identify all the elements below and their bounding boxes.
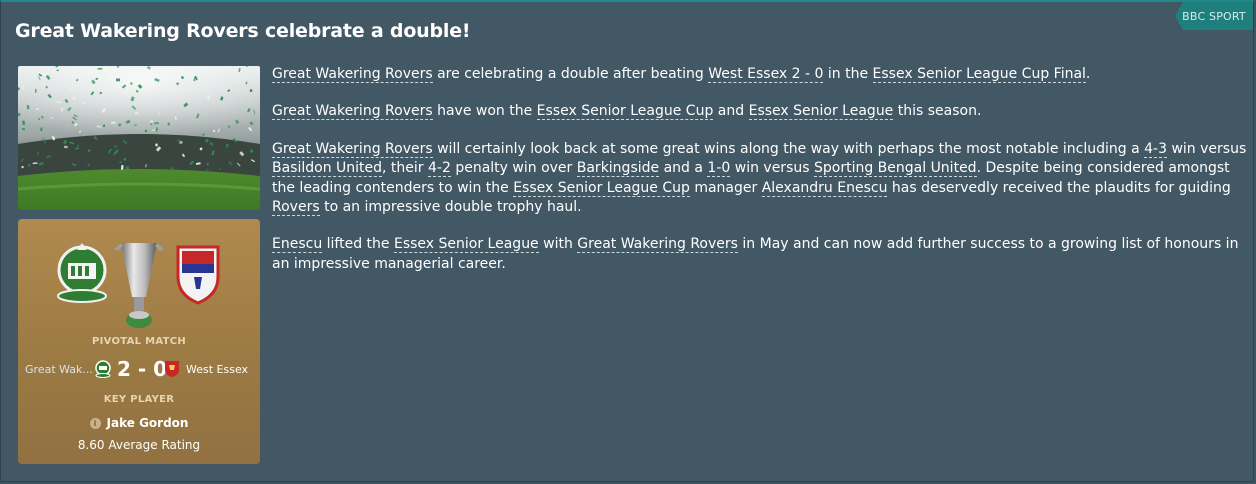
story-text: lifted the: [322, 236, 394, 253]
away-club-crest-icon: [176, 245, 220, 305]
trophy-and-club-crests: [57, 243, 220, 328]
story-link[interactable]: 1-0: [707, 160, 731, 178]
story-link[interactable]: Essex Senior League: [748, 103, 894, 121]
home-team-name[interactable]: Great Wak...: [25, 363, 93, 376]
story-link[interactable]: 4-3: [1144, 140, 1168, 158]
story-text: to an impressive double trophy haul.: [319, 199, 582, 216]
story-link[interactable]: Enescu: [272, 236, 323, 254]
story-text: has deservedly received the plaudits for…: [887, 179, 1231, 196]
story-text: in the: [823, 66, 873, 82]
pivotal-match-card[interactable]: PIVOTAL MATCH Great Wak... 2 - 0 West Es…: [18, 219, 260, 464]
story-link[interactable]: Great Wakering Rovers: [577, 236, 738, 254]
news-panel: Great Wakering Rovers celebrate a double…: [0, 0, 1254, 482]
home-club-crest-icon: [57, 243, 107, 303]
story-text: will certainly look back at some great w…: [432, 140, 1145, 157]
trophy-icon: [114, 243, 164, 328]
story-link[interactable]: Sporting Bengal United: [813, 160, 977, 178]
story-text: manager: [689, 179, 762, 196]
away-team-badge-icon: [165, 361, 179, 377]
story-text: win versus: [1167, 140, 1247, 157]
story-link[interactable]: Barkingside: [576, 160, 660, 178]
news-source-badge: BBC SPORT: [1175, 2, 1253, 30]
stadium-celebration-image: [18, 66, 260, 210]
news-headline: Great Wakering Rovers celebrate a double…: [15, 20, 471, 42]
story-link[interactable]: Essex Senior League: [393, 236, 539, 254]
story-text: , their: [382, 160, 429, 177]
story-link[interactable]: Great Wakering Rovers: [272, 66, 433, 83]
home-team-badge-icon: [95, 360, 111, 378]
story-link[interactable]: Essex Senior League Cup: [536, 103, 714, 121]
story-text: this season.: [893, 103, 982, 120]
story-text: are celebrating a double after beating: [432, 66, 709, 82]
pivotal-match-label: PIVOTAL MATCH: [91, 336, 187, 347]
story-paragraph: Great Wakering Rovers have won the Essex…: [272, 102, 1247, 121]
story-link[interactable]: Essex Senior League Cup: [513, 179, 690, 197]
story-link[interactable]: Great Wakering Rovers: [272, 140, 433, 158]
match-score: 2 - 0: [117, 357, 168, 381]
story-paragraph: Great Wakering Rovers are celebrating a …: [272, 65, 1247, 84]
story-paragraph: Great Wakering Rovers will certainly loo…: [272, 140, 1247, 218]
story-paragraph: Enescu lifted the Essex Senior League wi…: [272, 235, 1247, 274]
story-link[interactable]: West Essex 2 - 0: [708, 66, 824, 83]
story-text: and: [713, 103, 749, 120]
match-score-row[interactable]: Great Wak... 2 - 0 West Essex: [18, 357, 260, 381]
story-text: .: [1085, 66, 1091, 82]
story-link[interactable]: Essex Senior League Cup Final: [872, 66, 1086, 83]
away-team-name[interactable]: West Essex: [186, 363, 248, 376]
story-text: with: [538, 236, 578, 253]
info-icon[interactable]: i: [89, 418, 101, 429]
key-player-label: KEY PLAYER: [103, 394, 175, 405]
story-link[interactable]: Basildon United: [272, 160, 383, 178]
key-player-rating: 8.60 Average Rating: [77, 438, 201, 452]
news-story-body: Great Wakering Rovers are celebrating a …: [272, 65, 1247, 292]
key-player-row[interactable]: i Jake Gordon: [18, 416, 260, 430]
story-link[interactable]: 4-2: [428, 160, 451, 178]
story-text: and a: [659, 160, 708, 177]
story-text: penalty win over: [450, 160, 577, 177]
story-text: have won the: [432, 103, 537, 120]
story-text: win versus: [730, 160, 814, 177]
story-link[interactable]: Alexandru Enescu: [761, 179, 888, 197]
story-link[interactable]: Great Wakering Rovers: [272, 103, 433, 121]
story-link[interactable]: Rovers: [272, 199, 320, 217]
key-player-name[interactable]: Jake Gordon: [107, 416, 189, 430]
